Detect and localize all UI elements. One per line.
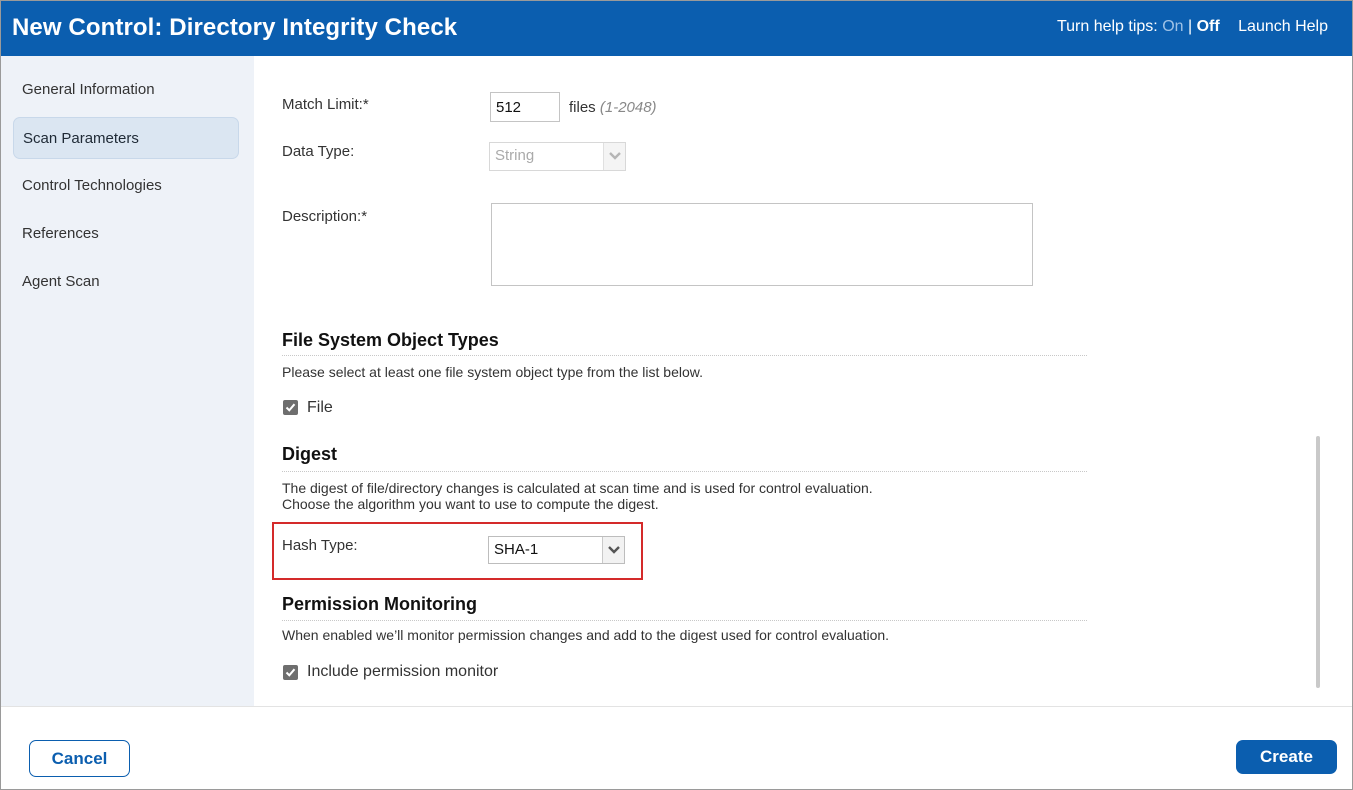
data-type-value: String [495,147,535,164]
data-type-label: Data Type: [282,143,355,160]
page-title: New Control: Directory Integrity Check [12,14,458,41]
file-system-description: Please select at least one file system o… [282,364,703,380]
checkmark-icon [285,403,296,412]
sidebar-item-general-information[interactable]: General Information [13,69,239,111]
create-button[interactable]: Create [1236,740,1337,774]
help-tips-label: Turn help tips: [1056,18,1158,35]
file-checkbox[interactable] [283,400,298,415]
hash-type-value: SHA-1 [494,541,539,558]
permission-section-title: Permission Monitoring [282,594,478,614]
divider [282,355,1087,356]
digest-description-line1: The digest of file/directory changes is … [282,480,873,496]
file-checkbox-label: File [307,399,333,416]
sidebar-item-agent-scan[interactable]: Agent Scan [13,261,239,303]
data-type-select[interactable]: String [489,142,626,171]
chevron-down-icon [602,537,624,563]
description-label: Description:* [282,208,368,225]
match-limit-input[interactable] [490,92,560,122]
help-tips-on-toggle[interactable]: On [1162,18,1183,36]
divider [282,471,1087,472]
chevron-down-icon [603,143,625,170]
hash-type-label: Hash Type: [282,537,358,554]
help-tips-off-toggle[interactable]: Off [1197,18,1220,36]
sidebar-item-references[interactable]: References [13,213,239,255]
digest-description-line2: Choose the algorithm you want to use to … [282,496,659,512]
sidebar-item-scan-parameters[interactable]: Scan Parameters [13,117,239,159]
file-system-section-title: File System Object Types [282,330,499,350]
header-bar: New Control: Directory Integrity Check T… [1,1,1352,56]
footer-bar: Cancel Create [1,706,1352,789]
hash-type-select[interactable]: SHA-1 [488,536,625,564]
main-content: Match Limit:* files (1-2048) Data Type: … [254,56,1352,706]
sidebar: General Information Scan Parameters Cont… [1,56,254,706]
launch-help-link[interactable]: Launch Help [1238,18,1328,36]
permission-description: When enabled we’ll monitor permission ch… [282,627,890,643]
include-permission-label: Include permission monitor [307,663,499,680]
divider [282,620,1087,621]
match-limit-unit: files [569,99,596,116]
description-textarea[interactable] [491,203,1033,286]
sidebar-item-control-technologies[interactable]: Control Technologies [13,165,239,207]
help-controls: Turn help tips: On | Off Launch Help [1057,18,1328,36]
match-limit-range: (1-2048) [599,99,657,116]
scrollbar[interactable] [1316,436,1320,688]
digest-section-title: Digest [282,444,338,464]
checkmark-icon [285,668,296,677]
match-limit-hint: files (1-2048) [569,99,657,116]
match-limit-label: Match Limit:* [282,96,369,113]
include-permission-checkbox[interactable] [283,665,298,680]
cancel-button[interactable]: Cancel [29,740,130,777]
help-tips-separator: | [1187,18,1193,35]
